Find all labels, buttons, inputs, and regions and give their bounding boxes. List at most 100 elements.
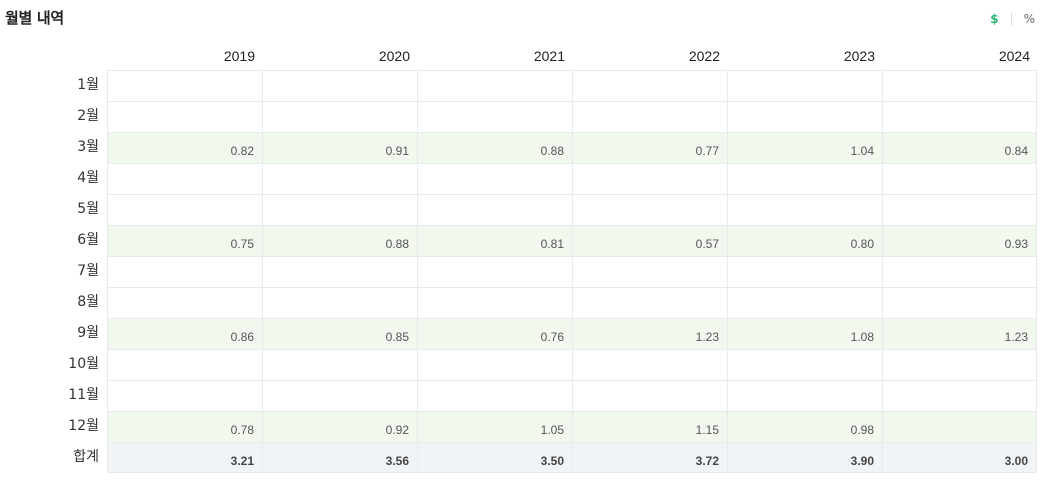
- table-cell: [882, 349, 1037, 380]
- table-cell: 3.90: [727, 442, 882, 473]
- table-row: 8월: [0, 287, 1037, 318]
- table-cell: [107, 287, 262, 318]
- year-header-2022: 2022: [688, 48, 720, 64]
- table-cell: 0.98: [727, 411, 882, 442]
- table-cell: [107, 256, 262, 287]
- table-cell: 3.56: [262, 442, 417, 473]
- year-header-2020: 2020: [378, 48, 410, 64]
- monthly-table: 2019 2020 2021 2022 2023 2024 1월 2월 3월 0.82 0.91 0…: [0, 42, 1037, 473]
- table-row: 1월: [0, 70, 1037, 101]
- table-cell: 3.72: [572, 442, 727, 473]
- table-cell: [882, 380, 1037, 411]
- table-cell: [572, 256, 727, 287]
- table-cell: 0.91: [262, 132, 417, 163]
- unit-percent-button[interactable]: %: [1018, 11, 1041, 27]
- table-cell: [727, 194, 882, 225]
- table-cell: 0.93: [882, 225, 1037, 256]
- table-cell: [882, 194, 1037, 225]
- table-cell: 1.23: [572, 318, 727, 349]
- table-cell: [262, 194, 417, 225]
- table-row: 12월 0.78 0.92 1.05 1.15 0.98: [0, 411, 1037, 442]
- unit-toggle: $ %: [984, 11, 1041, 27]
- table-cell: [107, 163, 262, 194]
- table-cell: [572, 287, 727, 318]
- section-header: 월별 내역 $ %: [0, 0, 1047, 34]
- section-title: 월별 내역: [5, 9, 64, 27]
- table-cell: [727, 70, 882, 101]
- table-cell: [727, 101, 882, 132]
- table-cell: 0.86: [107, 318, 262, 349]
- table-cell: 3.00: [882, 442, 1037, 473]
- table-cell: [417, 287, 572, 318]
- table-cell: 0.57: [572, 225, 727, 256]
- table-cell: [262, 163, 417, 194]
- table-cell: 0.76: [417, 318, 572, 349]
- table-cell: [107, 194, 262, 225]
- table-cell: 0.88: [262, 225, 417, 256]
- table-cell: 0.75: [107, 225, 262, 256]
- table-cell: 1.05: [417, 411, 572, 442]
- row-label: 5월: [77, 201, 99, 217]
- table-cell: [572, 349, 727, 380]
- table-cell: [572, 101, 727, 132]
- row-label: 합계: [73, 449, 99, 465]
- table-cell: 1.08: [727, 318, 882, 349]
- table-cell: [417, 163, 572, 194]
- row-label: 10월: [68, 356, 99, 372]
- table-cell: [727, 163, 882, 194]
- table-cell: 0.77: [572, 132, 727, 163]
- table-cell: [417, 70, 572, 101]
- row-label: 6월: [77, 232, 99, 248]
- table-cell: [882, 287, 1037, 318]
- table-cell: [417, 194, 572, 225]
- row-label: 7월: [77, 263, 99, 279]
- table-cell: 0.81: [417, 225, 572, 256]
- table-row: 10월: [0, 349, 1037, 380]
- table-cell: [417, 101, 572, 132]
- unit-dollar-button[interactable]: $: [984, 11, 1004, 27]
- table-cell: 1.23: [882, 318, 1037, 349]
- table-cell: [882, 101, 1037, 132]
- table-corner: [0, 42, 107, 70]
- year-header-2019: 2019: [223, 48, 255, 64]
- table-cell: 0.80: [727, 225, 882, 256]
- year-header-2023: 2023: [843, 48, 875, 64]
- row-label: 9월: [77, 325, 99, 341]
- table-cell: [572, 380, 727, 411]
- row-label: 4월: [77, 170, 99, 186]
- table-cell: [107, 380, 262, 411]
- table-cell: [417, 256, 572, 287]
- table-cell: [262, 287, 417, 318]
- row-label: 8월: [77, 294, 99, 310]
- table-cell: [107, 70, 262, 101]
- row-label: 12월: [68, 418, 99, 434]
- table-cell: [262, 349, 417, 380]
- table-cell: 0.92: [262, 411, 417, 442]
- row-label: 11월: [68, 387, 99, 403]
- table-cell: 1.15: [572, 411, 727, 442]
- table-cell: [882, 256, 1037, 287]
- table-cell: [107, 349, 262, 380]
- row-label: 3월: [77, 139, 99, 155]
- year-header-2024: 2024: [998, 48, 1030, 64]
- table-row: 3월 0.82 0.91 0.88 0.77 1.04 0.84: [0, 132, 1037, 163]
- table-cell: [417, 349, 572, 380]
- table-cell: [262, 70, 417, 101]
- table-cell: 0.82: [107, 132, 262, 163]
- table-cell: [882, 163, 1037, 194]
- unit-divider: [1010, 12, 1012, 26]
- table-cell: [262, 256, 417, 287]
- table-row: 9월 0.86 0.85 0.76 1.23 1.08 1.23: [0, 318, 1037, 349]
- table-row: 7월: [0, 256, 1037, 287]
- year-header-2021: 2021: [533, 48, 565, 64]
- table-row: 2월: [0, 101, 1037, 132]
- table-cell: [262, 380, 417, 411]
- table-cell: 0.85: [262, 318, 417, 349]
- table-cell: [882, 70, 1037, 101]
- table-row: 합계 3.21 3.56 3.50 3.72 3.90 3.00: [0, 442, 1037, 473]
- table-row: 4월: [0, 163, 1037, 194]
- table-row: 5월: [0, 194, 1037, 225]
- table-cell: 1.04: [727, 132, 882, 163]
- row-label: 1월: [77, 77, 99, 93]
- table-cell: [572, 163, 727, 194]
